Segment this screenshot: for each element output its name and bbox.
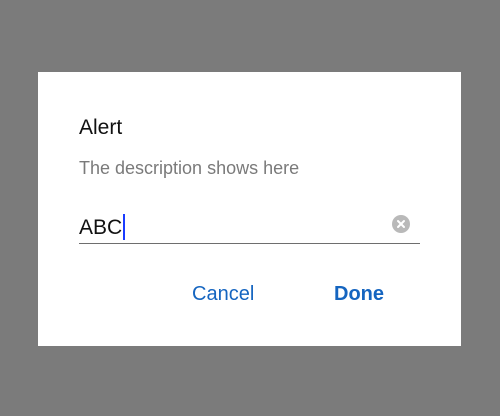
text-input-value: ABC: [79, 215, 123, 239]
clear-circle-icon[interactable]: [392, 215, 410, 233]
alert-dialog: Alert The description shows here ABC Can…: [38, 72, 461, 346]
cancel-button[interactable]: Cancel: [192, 284, 254, 304]
dialog-description: The description shows here: [79, 158, 300, 178]
text-input-field[interactable]: ABC: [79, 210, 420, 244]
done-button[interactable]: Done: [334, 284, 384, 304]
text-input-value-wrap[interactable]: ABC: [79, 214, 126, 240]
dialog-title: Alert: [79, 116, 123, 139]
text-cursor: [123, 214, 126, 240]
